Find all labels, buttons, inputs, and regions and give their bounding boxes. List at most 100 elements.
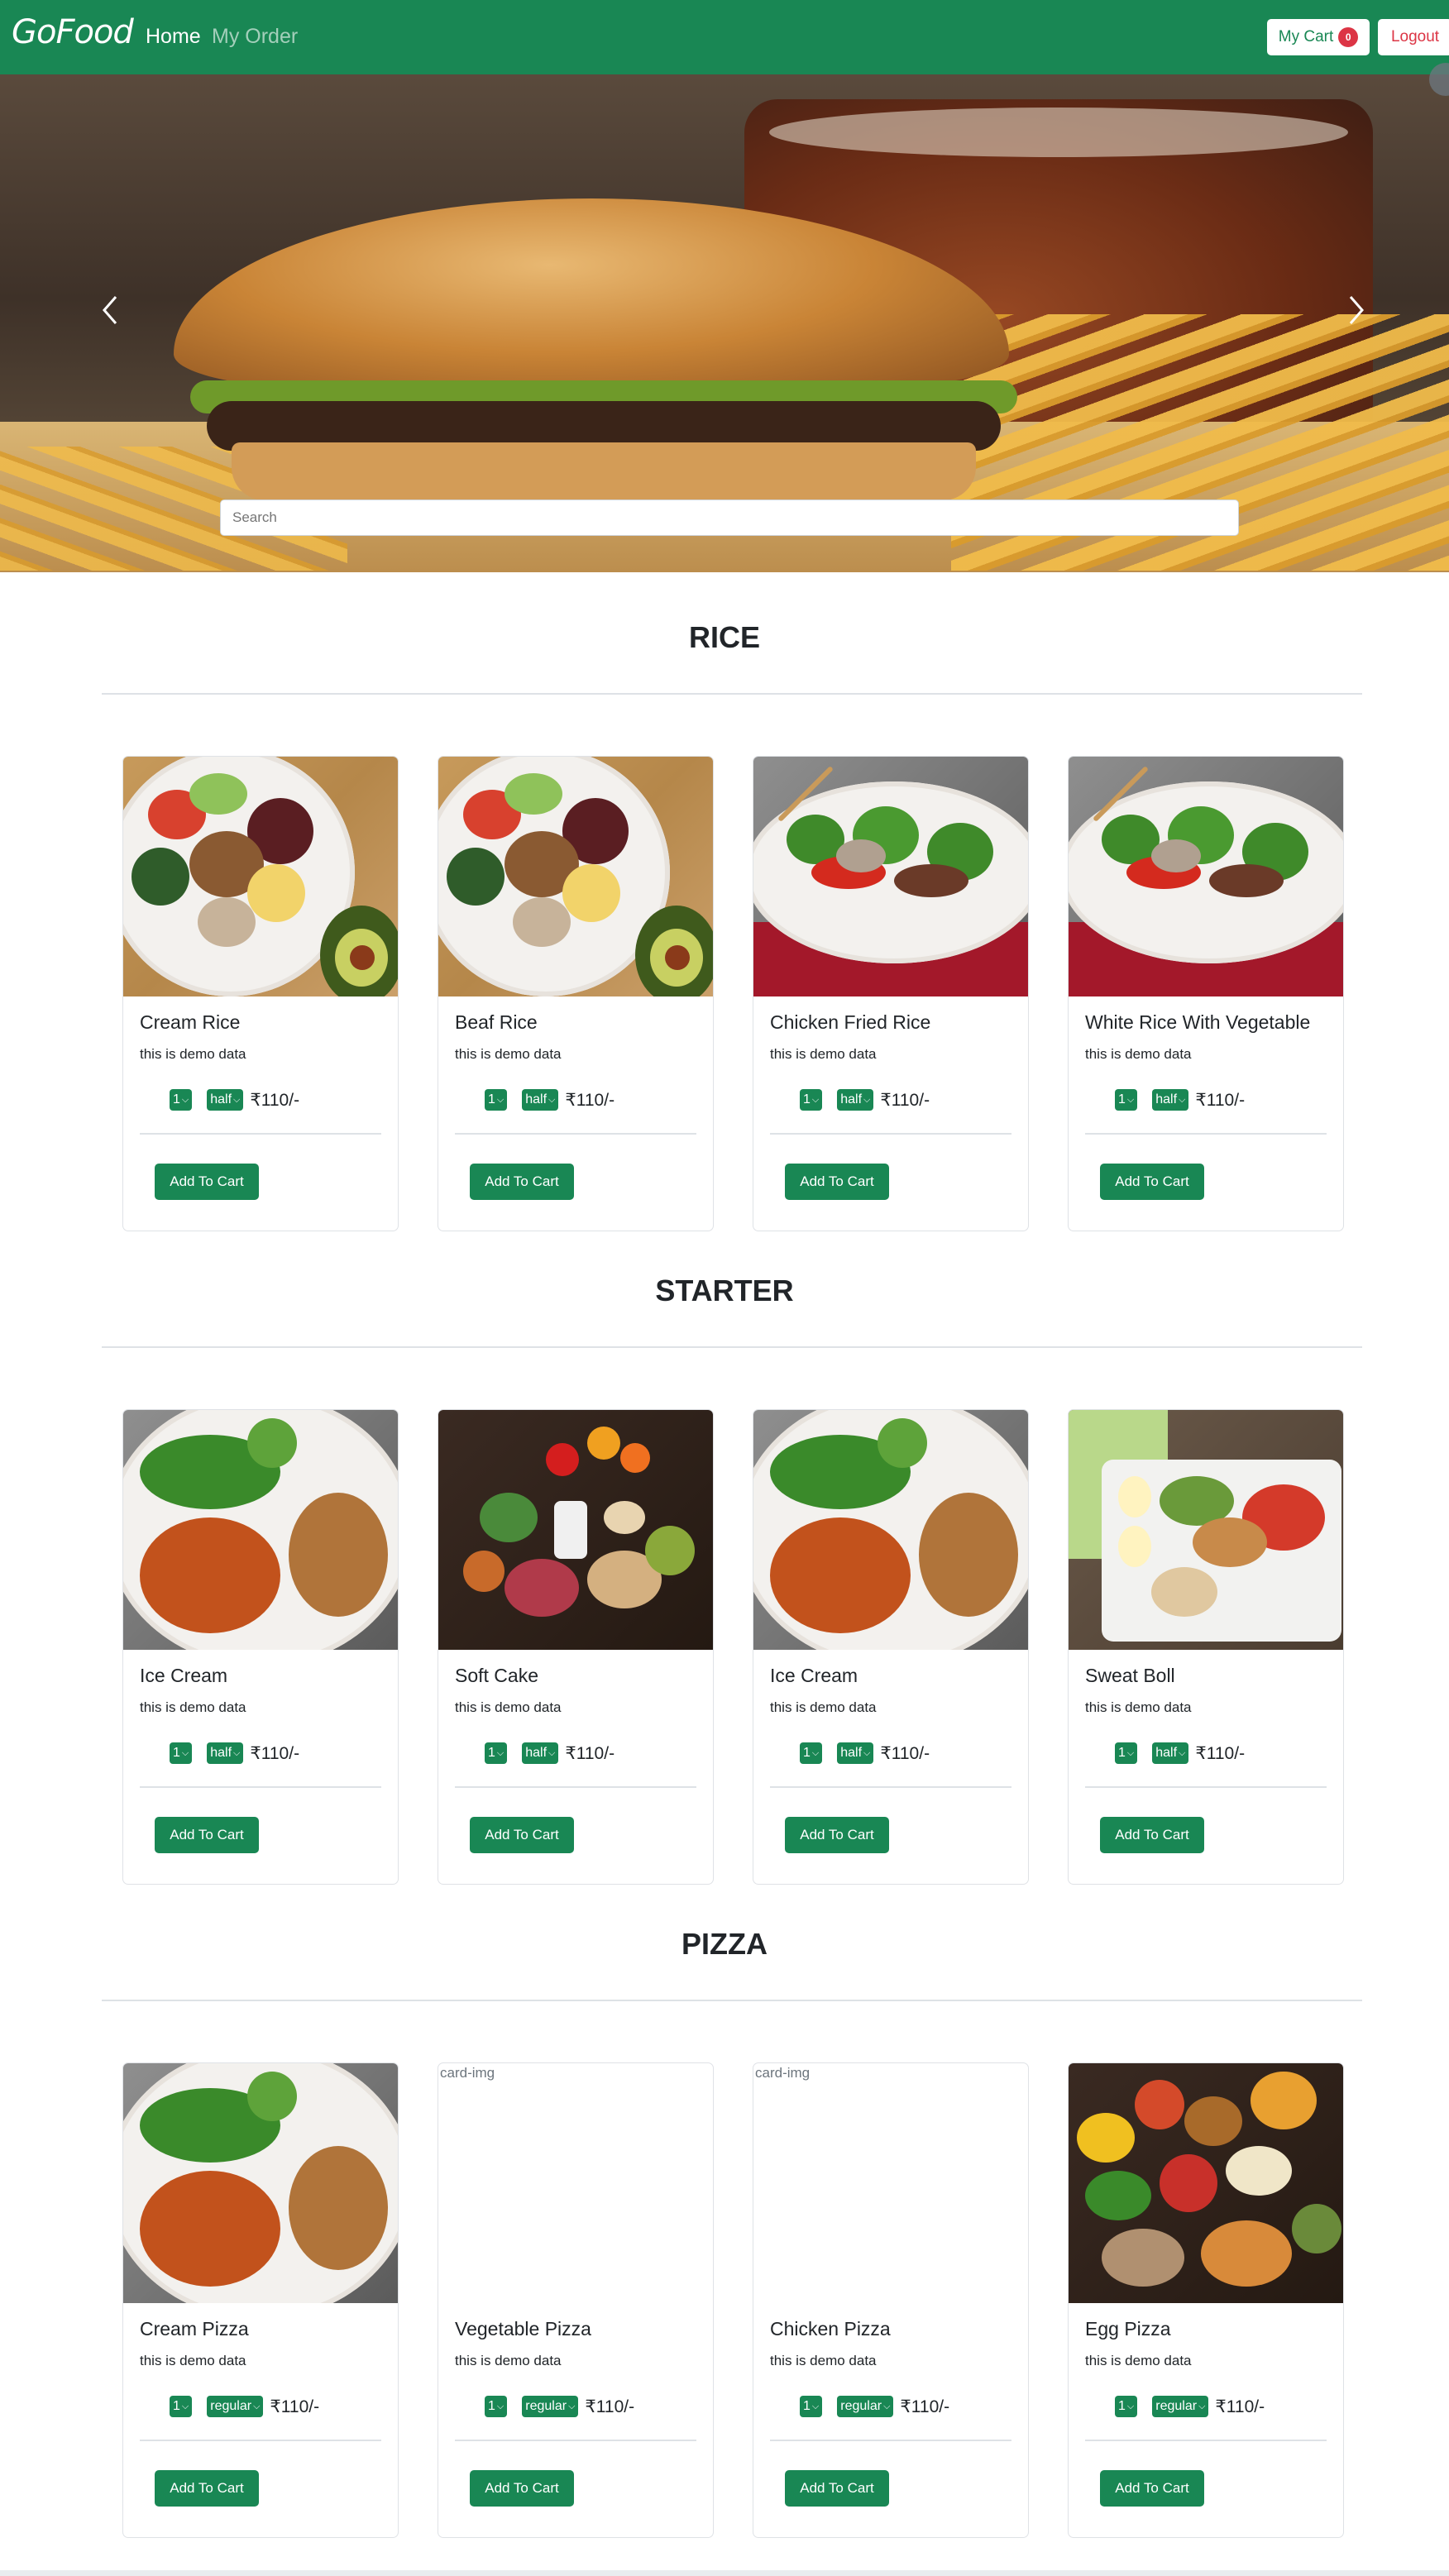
quantity-value: 1	[803, 2399, 811, 2413]
add-to-cart-button[interactable]: Add To Cart	[155, 1817, 259, 1853]
size-select[interactable]: regular ⌵	[207, 2396, 264, 2417]
footer-divider	[0, 2570, 1449, 2576]
chevron-down-icon: ⌵	[568, 2401, 576, 2411]
chevron-down-icon: ⌵	[253, 2401, 261, 2411]
card-divider	[1085, 1133, 1327, 1135]
chevron-down-icon: ⌵	[883, 2401, 891, 2411]
quantity-select[interactable]: 1 ⌵	[800, 2396, 823, 2417]
quantity-select[interactable]: 1 ⌵	[1115, 1742, 1138, 1764]
card-price: ₹110/-	[1215, 2397, 1265, 2416]
size-select[interactable]: half ⌵	[837, 1742, 874, 1764]
food-card: Sweat Boll this is demo data 1 ⌵ half ⌵ ₹110/-…	[1068, 1409, 1344, 1885]
card-description: this is demo data	[140, 1699, 246, 1715]
food-card: Chicken Fried Rice this is demo data 1 ⌵ hal…	[753, 756, 1029, 1231]
food-card: Soft Cake this is demo data 1 ⌵ half ⌵ ₹110/- A…	[438, 1409, 714, 1885]
card-options: 1 ⌵ half ⌵ ₹110/-	[800, 1087, 930, 1112]
size-select[interactable]: half ⌵	[207, 1742, 244, 1764]
chevron-down-icon: ⌵	[181, 1747, 189, 1758]
food-image-rice-plate	[123, 757, 398, 996]
nav-link-home[interactable]: Home	[146, 25, 201, 49]
add-to-cart-button[interactable]: Add To Cart	[785, 2470, 889, 2507]
size-select[interactable]: half ⌵	[1152, 1742, 1189, 1764]
card-divider	[455, 2440, 696, 2441]
add-to-cart-button[interactable]: Add To Cart	[1100, 1164, 1204, 1200]
quantity-select[interactable]: 1 ⌵	[485, 1089, 508, 1111]
size-select[interactable]: regular ⌵	[837, 2396, 894, 2417]
quantity-value: 1	[803, 1746, 811, 1760]
card-description: this is demo data	[455, 1699, 562, 1715]
size-select[interactable]: half ⌵	[1152, 1089, 1189, 1111]
quantity-value: 1	[173, 2399, 180, 2413]
brand-logo[interactable]: GoFood	[12, 13, 134, 51]
my-cart-label: My Cart	[1278, 28, 1334, 45]
food-image-chicken-plate	[123, 2063, 398, 2303]
food-image-chicken-plate	[123, 1410, 398, 1650]
size-value: half	[210, 1092, 232, 1106]
quantity-select[interactable]: 1 ⌵	[1115, 1089, 1138, 1111]
card-options: 1 ⌵ half ⌵ ₹110/-	[485, 1087, 615, 1112]
add-to-cart-button[interactable]: Add To Cart	[1100, 1817, 1204, 1853]
quantity-select[interactable]: 1 ⌵	[485, 1742, 508, 1764]
card-price: ₹110/-	[585, 2397, 635, 2416]
food-card: Cream Rice this is demo data 1 ⌵ half ⌵ ₹110/-…	[122, 756, 399, 1231]
card-title: Vegetable Pizza	[455, 2318, 591, 2339]
add-to-cart-button[interactable]: Add To Cart	[785, 1817, 889, 1853]
hero-carousel	[0, 74, 1449, 572]
add-to-cart-button[interactable]: Add To Cart	[155, 1164, 259, 1200]
nav-link-my-order[interactable]: My Order	[212, 25, 298, 49]
quantity-select[interactable]: 1 ⌵	[1115, 2396, 1138, 2417]
chevron-down-icon: ⌵	[863, 1094, 871, 1105]
size-value: half	[840, 1746, 863, 1760]
card-divider	[140, 1133, 381, 1135]
logout-button[interactable]: Logout	[1378, 19, 1449, 55]
food-image-chicken-plate	[753, 1410, 1028, 1650]
size-select[interactable]: regular ⌵	[522, 2396, 579, 2417]
size-value: half	[840, 1092, 863, 1106]
quantity-value: 1	[488, 1746, 495, 1760]
card-description: this is demo data	[1085, 1699, 1192, 1715]
card-options: 1 ⌵ half ⌵ ₹110/-	[485, 1741, 615, 1766]
card-price: ₹110/-	[250, 1090, 300, 1110]
carousel-next-button[interactable]	[1332, 265, 1381, 356]
chevron-down-icon: ⌵	[1126, 1094, 1135, 1105]
section-divider	[102, 2000, 1362, 2001]
chevron-down-icon: ⌵	[1198, 2401, 1206, 2411]
size-select[interactable]: regular ⌵	[1152, 2396, 1209, 2417]
card-divider	[455, 1786, 696, 1788]
add-to-cart-button[interactable]: Add To Cart	[785, 1164, 889, 1200]
cart-count-badge: 0	[1338, 27, 1359, 47]
add-to-cart-button[interactable]: Add To Cart	[470, 2470, 574, 2507]
card-price: ₹110/-	[565, 1090, 615, 1110]
card-options: 1 ⌵ regular ⌵ ₹110/-	[170, 2394, 319, 2419]
quantity-select[interactable]: 1 ⌵	[800, 1742, 823, 1764]
add-to-cart-button[interactable]: Add To Cart	[155, 2470, 259, 2507]
card-divider	[140, 2440, 381, 2441]
search-input[interactable]	[220, 499, 1239, 536]
quantity-select[interactable]: 1 ⌵	[800, 1089, 823, 1111]
quantity-select[interactable]: 1 ⌵	[170, 2396, 193, 2417]
size-select[interactable]: half ⌵	[522, 1089, 559, 1111]
size-select[interactable]: half ⌵	[522, 1742, 559, 1764]
card-title: Cream Pizza	[140, 2318, 249, 2339]
quantity-select[interactable]: 1 ⌵	[170, 1089, 193, 1111]
quantity-value: 1	[488, 1092, 495, 1106]
size-select[interactable]: half ⌵	[837, 1089, 874, 1111]
carousel-prev-button[interactable]	[85, 265, 135, 356]
food-image-fruits-veg	[1069, 2063, 1343, 2303]
size-select[interactable]: half ⌵	[207, 1089, 244, 1111]
card-description: this is demo data	[770, 1699, 877, 1715]
quantity-value: 1	[1118, 1746, 1126, 1760]
quantity-select[interactable]: 1 ⌵	[485, 2396, 508, 2417]
card-description: this is demo data	[140, 1046, 246, 1062]
card-title: Ice Cream	[770, 1665, 858, 1686]
my-cart-button[interactable]: My Cart 0	[1267, 19, 1370, 55]
card-description: this is demo data	[1085, 2353, 1192, 2368]
add-to-cart-button[interactable]: Add To Cart	[470, 1817, 574, 1853]
quantity-select[interactable]: 1 ⌵	[170, 1742, 193, 1764]
card-divider	[1085, 2440, 1327, 2441]
food-card: White Rice With Vegetable this is demo da…	[1068, 756, 1344, 1231]
section-divider	[102, 1346, 1362, 1348]
add-to-cart-button[interactable]: Add To Cart	[1100, 2470, 1204, 2507]
add-to-cart-button[interactable]: Add To Cart	[470, 1164, 574, 1200]
card-description: this is demo data	[455, 2353, 562, 2368]
